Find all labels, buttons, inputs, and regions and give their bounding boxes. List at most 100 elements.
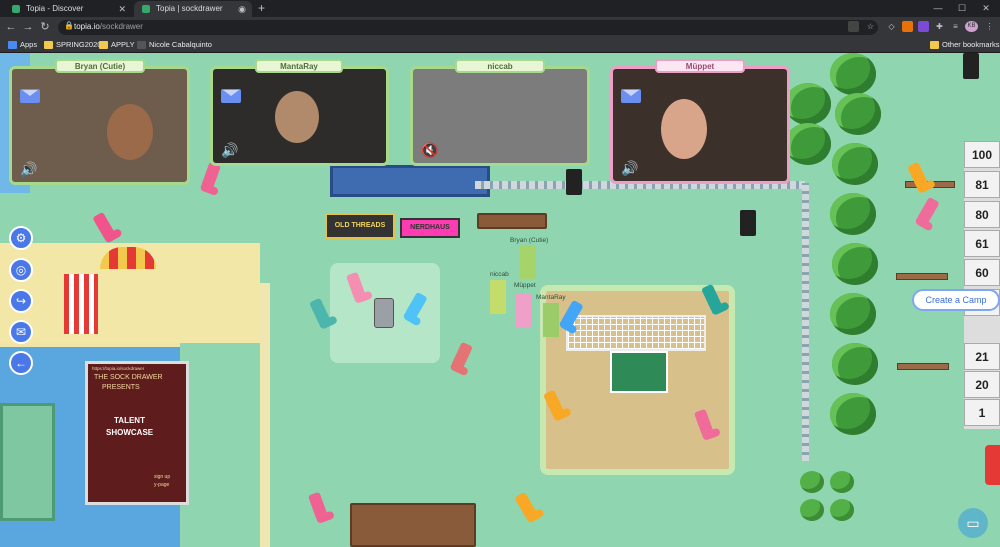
bookmark-nicole[interactable]: Nicole Cabalquinto bbox=[137, 39, 212, 51]
tab-topia-discover[interactable]: Topia - Discover ✕ bbox=[4, 1, 132, 17]
avatar-mantaray[interactable] bbox=[543, 303, 559, 337]
video-tile-bryan[interactable]: 🔊 bbox=[9, 66, 190, 185]
video-name-label: MantaRay bbox=[255, 59, 343, 73]
table bbox=[350, 503, 476, 547]
speaker-icon bbox=[963, 53, 979, 79]
back-icon[interactable]: ← bbox=[4, 20, 18, 34]
tree bbox=[832, 343, 878, 385]
tree bbox=[832, 143, 878, 185]
video-name-label: niccab bbox=[455, 59, 545, 73]
avatar-name: MantaRay bbox=[536, 294, 566, 301]
settings-icon[interactable]: ⚙ bbox=[9, 226, 33, 250]
bookmark-apply[interactable]: APPLY bbox=[99, 39, 135, 51]
message-icon[interactable]: ✉ bbox=[9, 320, 33, 344]
topia-favicon-icon bbox=[142, 5, 150, 13]
video-tile-mantaray[interactable]: 🔊 bbox=[210, 66, 389, 166]
bench bbox=[896, 273, 948, 280]
avatar-name: Bryan (Cutie) bbox=[510, 237, 549, 244]
bookmarks-bar: Apps SPRING2020 APPLY Nicole Cabalquinto… bbox=[0, 38, 1000, 53]
other-bookmarks[interactable]: Other bookmarks bbox=[930, 39, 1000, 51]
maximize-icon[interactable]: ☐ bbox=[950, 0, 974, 16]
profile-avatar[interactable]: KB bbox=[965, 21, 978, 32]
puzzle-icon[interactable]: ✚ bbox=[934, 21, 945, 32]
video-name-label: Bryan (Cutie) bbox=[55, 59, 145, 73]
tab-title: Topia | sockdrawer bbox=[156, 4, 223, 13]
tab-topia-sockdrawer[interactable]: Topia | sockdrawer ◉ bbox=[134, 1, 252, 17]
audio-on-icon[interactable]: 🔊 bbox=[621, 161, 638, 175]
extension-icon[interactable] bbox=[918, 21, 929, 32]
board-cell: 80 bbox=[964, 201, 1000, 228]
tree bbox=[835, 93, 881, 135]
reload-icon[interactable]: ↻ bbox=[38, 20, 52, 34]
avatar-niccab[interactable] bbox=[490, 280, 506, 314]
menu-icon[interactable]: ⋮ bbox=[984, 21, 995, 32]
bookmark-apps[interactable]: Apps bbox=[8, 39, 37, 51]
url-input[interactable]: 🔒 topia.io/sockdrawer bbox=[58, 20, 878, 35]
share-icon[interactable]: ↪ bbox=[9, 289, 33, 313]
media-icon[interactable]: ≡ bbox=[950, 21, 961, 32]
create-camp-button[interactable]: Create a Camp bbox=[912, 289, 1000, 311]
board-cell: 1 bbox=[964, 399, 1000, 426]
bookmark-spring2020[interactable]: SPRING2020 bbox=[44, 39, 101, 51]
message-icon[interactable] bbox=[20, 89, 40, 103]
volleyball-net bbox=[566, 315, 706, 351]
tree bbox=[830, 193, 876, 235]
extension-icon[interactable] bbox=[902, 21, 913, 32]
talent-showcase-poster[interactable]: https://topia.io/sockdrawer THE SOCK DRA… bbox=[85, 361, 189, 505]
globe-icon[interactable]: ◎ bbox=[9, 258, 33, 282]
poster-page: y-page bbox=[154, 482, 170, 488]
forward-icon[interactable]: → bbox=[21, 20, 35, 34]
poster-signup: sign up bbox=[154, 474, 171, 480]
poster-url: https://topia.io/sockdrawer bbox=[92, 366, 145, 371]
bush bbox=[830, 471, 854, 493]
audio-on-icon[interactable]: 🔊 bbox=[20, 162, 37, 176]
cabana-building bbox=[0, 403, 55, 521]
chat-bubble-icon[interactable]: ▭ bbox=[958, 508, 988, 538]
new-tab-button[interactable]: + bbox=[258, 1, 265, 16]
sock-icon bbox=[309, 297, 331, 327]
camera-icon[interactable] bbox=[848, 21, 859, 32]
star-icon[interactable]: ☆ bbox=[865, 21, 876, 32]
close-tab-icon[interactable]: ✕ bbox=[118, 1, 126, 17]
sock-icon bbox=[200, 161, 222, 191]
video-tile-muppet[interactable]: 🔊 bbox=[610, 66, 790, 184]
sock-icon bbox=[916, 196, 940, 226]
avatar-muppet[interactable] bbox=[515, 293, 531, 327]
board-cell: 100 bbox=[964, 141, 1000, 168]
tree bbox=[830, 53, 876, 95]
minimize-icon[interactable]: — bbox=[926, 0, 950, 16]
audio-on-icon[interactable]: 🔊 bbox=[221, 143, 238, 157]
tab-bar: Topia - Discover ✕ Topia | sockdrawer ◉ … bbox=[0, 0, 1000, 17]
nerdhaus-sign[interactable]: NERDHAUS bbox=[400, 218, 460, 238]
recording-dot-icon[interactable]: ◉ bbox=[238, 1, 246, 17]
address-bar: ← → ↻ 🔒 topia.io/sockdrawer ☆ ◇ ✚ ≡ KB ⋮ bbox=[0, 17, 1000, 38]
tree bbox=[830, 393, 876, 435]
topia-favicon-icon bbox=[12, 5, 20, 13]
poster-talent: TALENT bbox=[114, 416, 145, 425]
video-tile-niccab[interactable]: 🔇 bbox=[410, 66, 590, 166]
snakes-ladders-board: 100 81 80 61 60 41 21 20 1 bbox=[964, 141, 1000, 429]
bush bbox=[800, 471, 824, 493]
avatar-bryan[interactable] bbox=[520, 245, 536, 279]
message-icon[interactable] bbox=[221, 89, 241, 103]
tree bbox=[785, 123, 831, 165]
path bbox=[260, 283, 270, 547]
audio-muted-icon[interactable]: 🔇 bbox=[421, 143, 438, 157]
video-person bbox=[107, 104, 153, 160]
close-window-icon[interactable]: ✕ bbox=[974, 0, 998, 16]
message-icon[interactable] bbox=[621, 89, 641, 103]
lock-icon: 🔒 bbox=[64, 21, 74, 30]
pocket-icon[interactable]: ◇ bbox=[886, 21, 897, 32]
speaker-icon bbox=[566, 169, 582, 195]
table bbox=[477, 213, 547, 229]
board-cell: 20 bbox=[964, 371, 1000, 398]
back-arrow-icon[interactable]: ← bbox=[9, 351, 33, 375]
poster-presents: PRESENTS bbox=[102, 384, 140, 391]
url-text: topia.io/sockdrawer bbox=[74, 22, 143, 31]
red-sign bbox=[985, 445, 1000, 485]
topia-map[interactable]: OLD THREADS NERDHAUS https://topia.io/so… bbox=[0, 53, 1000, 547]
keg-icon bbox=[374, 298, 394, 328]
poster-title: THE SOCK DRAWER bbox=[94, 374, 163, 381]
old-threads-sign[interactable]: OLD THREADS bbox=[325, 213, 395, 239]
sock-icon bbox=[307, 491, 329, 521]
